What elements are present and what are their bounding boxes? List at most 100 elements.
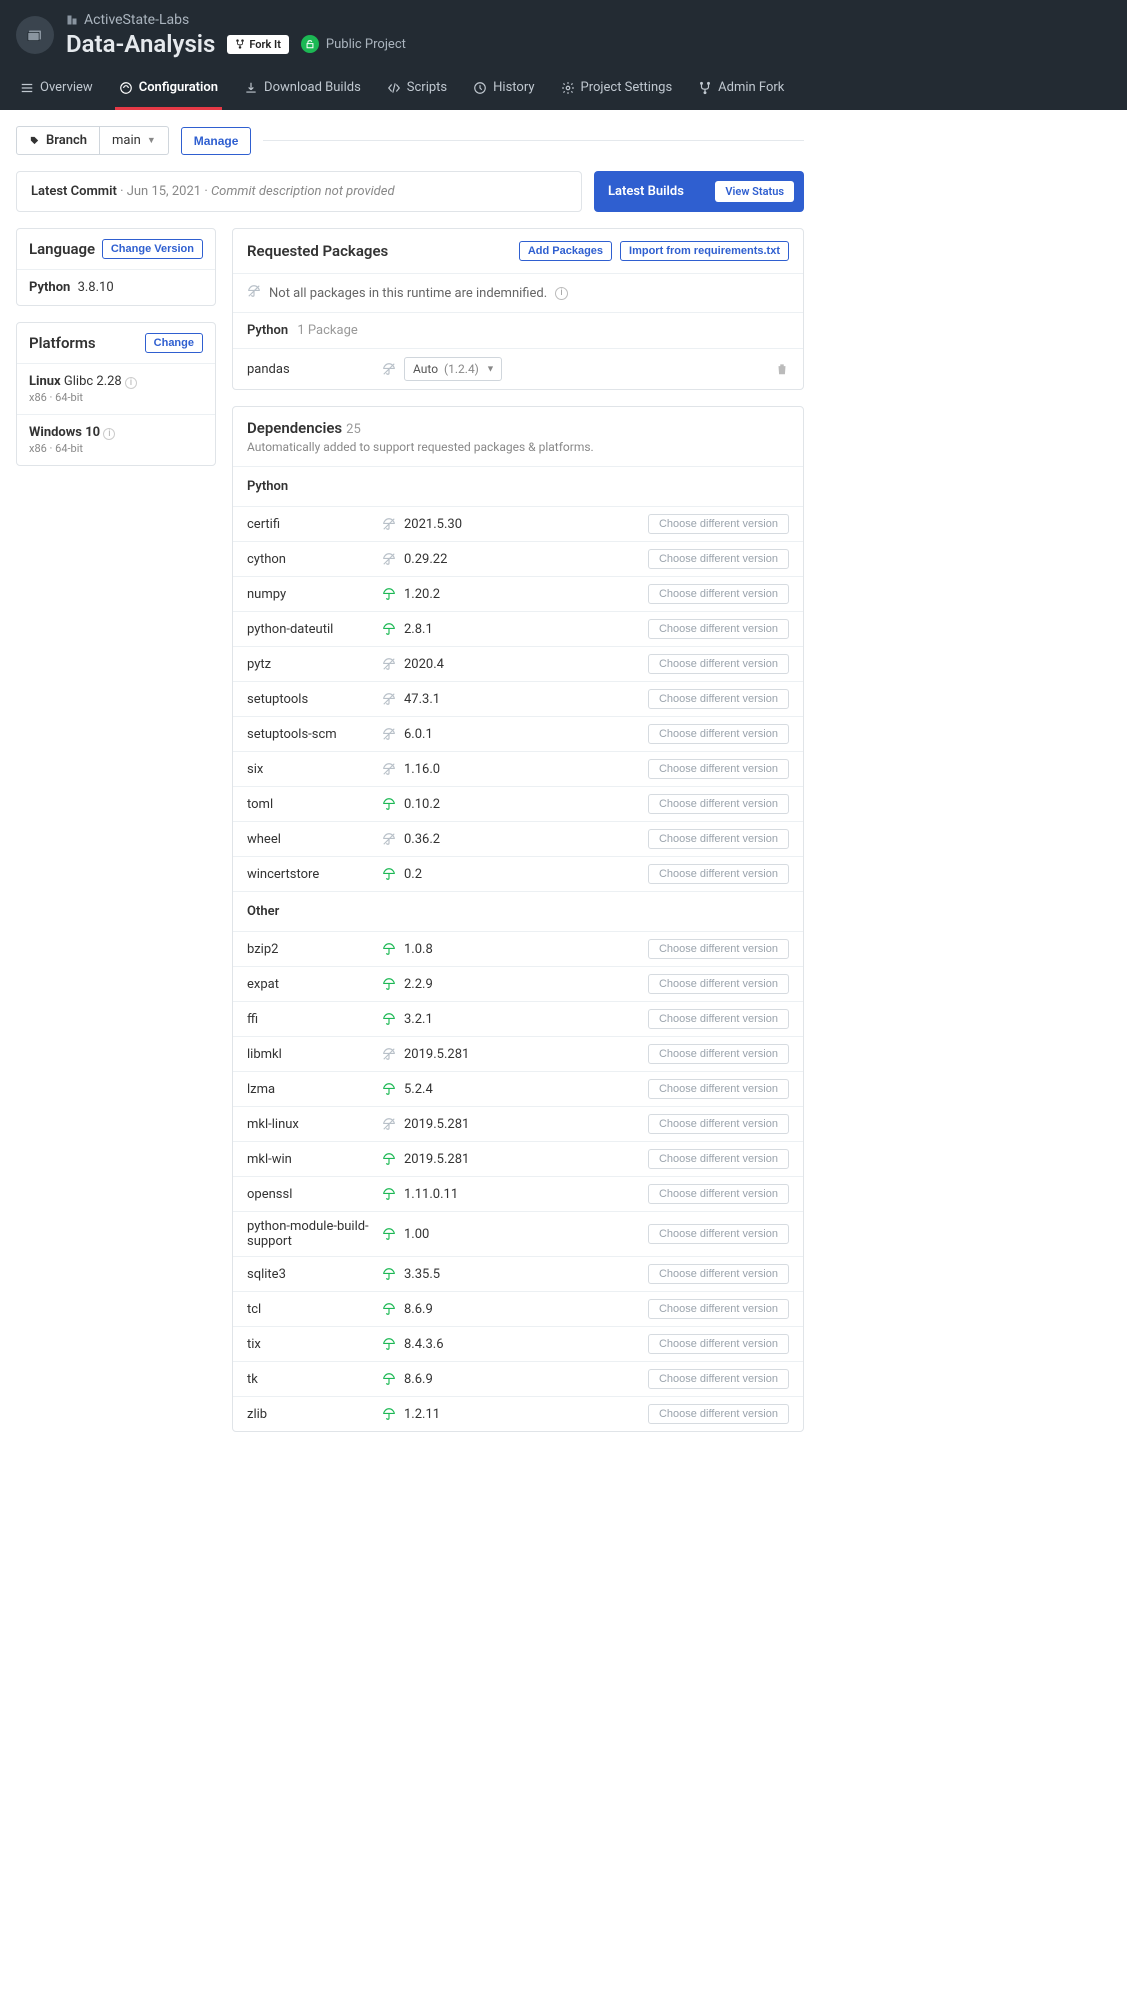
choose-version-button[interactable]: Choose different version [648,974,789,994]
unlock-icon [301,35,319,53]
choose-version-button[interactable]: Choose different version [648,939,789,959]
dependency-version: 8.4.3.6 [404,1337,444,1352]
tab-settings[interactable]: Project Settings [557,70,677,110]
configuration-icon [119,81,133,95]
umbrella-icon [382,1012,404,1026]
choose-version-button[interactable]: Choose different version [648,619,789,639]
dependency-row: sqlite33.35.5Choose different version [233,1256,803,1291]
dependency-row: tcl 8.6.9 Choose different version [233,1291,803,1326]
choose-version-button[interactable]: Choose different version [648,759,789,779]
choose-version-button[interactable]: Choose different version [648,1184,789,1204]
language-panel: Language Change Version Python 3.8.10 [16,228,216,306]
dependency-version: 0.29.22 [404,552,447,567]
choose-version-button[interactable]: Choose different version [648,724,789,744]
umbrella-icon [382,1152,404,1166]
change-platforms-button[interactable]: Change [145,333,203,353]
tab-admin[interactable]: Admin Fork [694,70,788,110]
choose-version-button[interactable]: Choose different version [648,1299,789,1319]
version-selector[interactable]: Auto (1.2.4) ▼ [404,357,502,381]
tab-overview[interactable]: Overview [16,70,97,110]
choose-version-button[interactable]: Choose different version [648,689,789,709]
choose-version-button[interactable]: Choose different version [648,1079,789,1099]
dependencies-title: Dependencies [247,419,342,437]
umbrella-icon [382,1267,404,1281]
dependency-name: toml [247,797,382,812]
choose-version-button[interactable]: Choose different version [648,1404,789,1424]
info-icon[interactable]: i [555,287,568,300]
choose-version-button[interactable]: Choose different version [648,654,789,674]
branch-selector[interactable]: main ▼ [100,126,169,155]
umbrella-off-icon [382,832,404,846]
fork-button[interactable]: Fork It [227,35,289,54]
dependencies-panel: Dependencies25 Automatically added to su… [232,406,804,1432]
choose-version-button[interactable]: Choose different version [648,1264,789,1284]
choose-version-button[interactable]: Choose different version [648,1369,789,1389]
platforms-title: Platforms [29,334,96,352]
add-packages-button[interactable]: Add Packages [519,241,612,261]
dependency-row: setuptools47.3.1Choose different version [233,681,803,716]
dependency-name: bzip2 [247,942,382,957]
history-icon [473,81,487,95]
admin-icon [698,81,712,95]
choose-version-button[interactable]: Choose different version [648,1114,789,1134]
choose-version-button[interactable]: Choose different version [648,829,789,849]
dependency-group-header: Python [233,466,803,506]
dependency-row: bzip21.0.8Choose different version [233,931,803,966]
dependency-name: python-module-build-support [247,1219,382,1249]
org-icon [66,14,78,26]
dependency-version: 8.6.9 [404,1302,433,1317]
umbrella-icon [382,1372,404,1386]
choose-version-button[interactable]: Choose different version [648,549,789,569]
platform-arch: x86 · 64-bit [29,442,203,455]
change-version-button[interactable]: Change Version [102,239,203,259]
dependency-version: 1.11.0.11 [404,1187,458,1202]
umbrella-off-icon [382,692,404,706]
tab-download[interactable]: Download Builds [240,70,365,110]
umbrella-icon [382,1302,404,1316]
dependency-version: 2019.5.281 [404,1152,469,1167]
choose-version-button[interactable]: Choose different version [648,1334,789,1354]
choose-version-button[interactable]: Choose different version [648,1149,789,1169]
tab-label: Scripts [407,80,447,95]
tab-scripts[interactable]: Scripts [383,70,451,110]
visibility-badge: Public Project [301,35,406,53]
platform-detail: Glibc 2.28 [64,374,122,389]
delete-package-button[interactable] [775,362,789,376]
choose-version-button[interactable]: Choose different version [648,514,789,534]
dependency-row: cython0.29.22Choose different version [233,541,803,576]
umbrella-icon [382,867,404,881]
org-name[interactable]: ActiveState-Labs [66,12,406,28]
overview-icon [20,81,34,95]
umbrella-off-icon [382,1047,404,1061]
tab-history[interactable]: History [469,70,538,110]
choose-version-button[interactable]: Choose different version [648,1224,789,1244]
dependency-row: zlib1.2.11Choose different version [233,1396,803,1431]
dependency-version: 2.8.1 [404,622,433,637]
dependency-row: certifi2021.5.30Choose different version [233,506,803,541]
platforms-panel: Platforms Change Linux Glibc 2.28 ix86 ·… [16,322,216,466]
choose-version-button[interactable]: Choose different version [648,584,789,604]
dependency-version: 1.16.0 [404,762,440,777]
dependency-name: six [247,762,382,777]
divider [263,140,804,141]
choose-version-button[interactable]: Choose different version [648,794,789,814]
choose-version-button[interactable]: Choose different version [648,864,789,884]
choose-version-button[interactable]: Choose different version [648,1044,789,1064]
manage-branch-button[interactable]: Manage [181,127,252,155]
info-icon[interactable]: i [103,428,115,440]
dependency-name: mkl-win [247,1152,382,1167]
umbrella-icon [382,942,404,956]
language-name: Python [29,280,70,295]
choose-version-button[interactable]: Choose different version [648,1009,789,1029]
dependency-name: zlib [247,1407,382,1422]
dependency-version: 8.6.9 [404,1372,433,1387]
platform-row: Linux Glibc 2.28 ix86 · 64-bit [17,363,215,414]
umbrella-icon [382,1337,404,1351]
view-status-button[interactable]: View Status [715,181,794,202]
dependency-name: tcl [247,1302,382,1317]
dependency-row: openssl1.11.0.11Choose different version [233,1176,803,1211]
requested-title: Requested Packages [247,242,388,260]
tab-configuration[interactable]: Configuration [115,70,222,110]
import-requirements-button[interactable]: Import from requirements.txt [620,241,789,261]
info-icon[interactable]: i [125,377,137,389]
